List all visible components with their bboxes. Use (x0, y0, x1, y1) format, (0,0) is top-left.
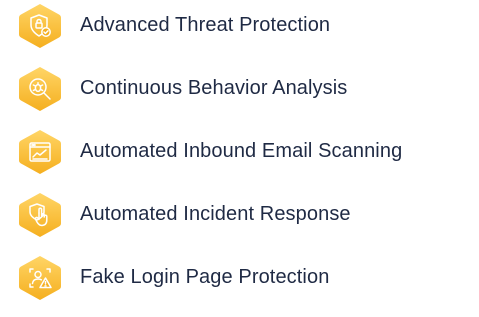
shield-hand-tap-icon (16, 191, 64, 239)
feature-item-continuous-behavior-analysis: Continuous Behavior Analysis (16, 66, 476, 111)
feature-label: Continuous Behavior Analysis (80, 77, 348, 99)
browser-chart-icon (16, 128, 64, 176)
feature-list: Advanced Threat Protection Continuous Be… (16, 3, 476, 300)
feature-label: Fake Login Page Protection (80, 266, 330, 288)
magnifier-bug-icon (16, 65, 64, 113)
feature-label: Automated Incident Response (80, 203, 351, 225)
feature-item-fake-login-page-protection: Fake Login Page Protection (16, 255, 476, 300)
user-warning-icon (16, 254, 64, 302)
feature-item-automated-incident-response: Automated Incident Response (16, 192, 476, 237)
shield-lock-check-icon (16, 2, 64, 50)
feature-label: Automated Inbound Email Scanning (80, 140, 403, 162)
feature-item-advanced-threat-protection: Advanced Threat Protection (16, 3, 476, 48)
feature-label: Advanced Threat Protection (80, 14, 331, 36)
feature-item-automated-inbound-email-scanning: Automated Inbound Email Scanning (16, 129, 476, 174)
